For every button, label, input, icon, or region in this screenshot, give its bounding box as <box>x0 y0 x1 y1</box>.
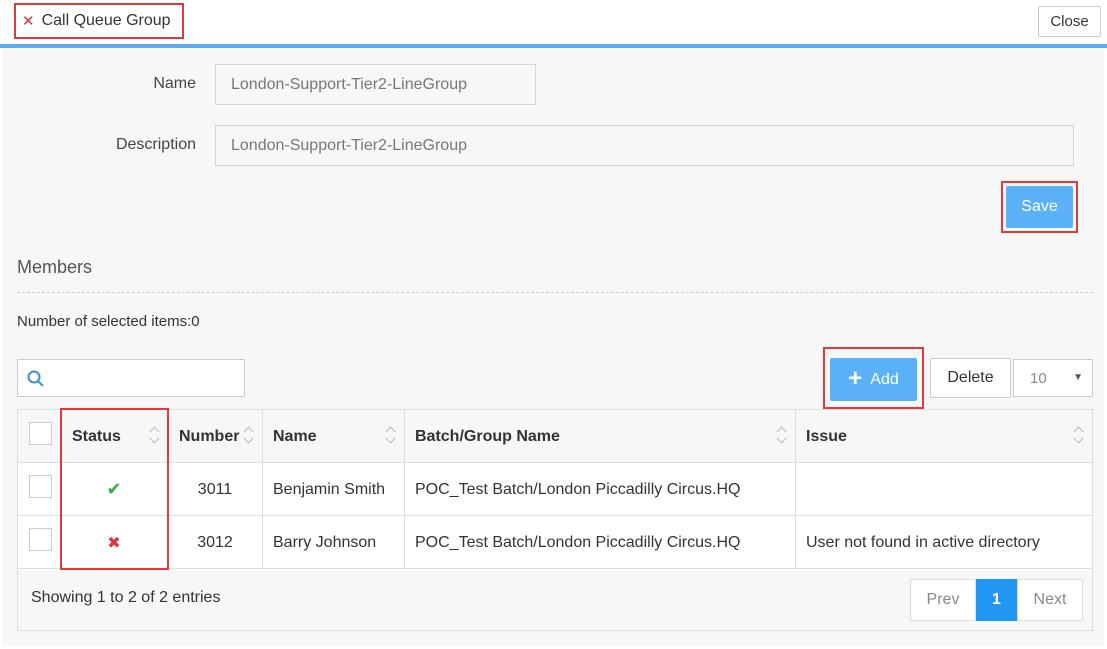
save-highlight-frame: Save <box>1001 181 1078 233</box>
number-cell: 3011 <box>197 480 233 498</box>
sort-icon[interactable] <box>243 426 253 446</box>
name-cell: Barry Johnson <box>273 533 377 551</box>
sort-icon[interactable] <box>1073 426 1083 446</box>
page-1-button[interactable]: 1 <box>976 579 1017 621</box>
table-header: Status Number Name Batch/Group Name Issu… <box>18 410 1092 463</box>
sort-icon[interactable] <box>385 426 395 446</box>
caret-down-icon: ▼ <box>1073 372 1083 383</box>
section-divider <box>17 292 1093 293</box>
issue-cell: User not found in active directory <box>806 533 1040 551</box>
search-input[interactable] <box>17 359 245 397</box>
entries-summary: Showing 1 to 2 of 2 entries <box>31 589 221 606</box>
plus-icon: + <box>848 364 863 392</box>
dialog-title-text: Call Queue Group <box>41 12 171 29</box>
table-footer: Showing 1 to 2 of 2 entries Prev 1 Next <box>18 570 1092 630</box>
page-size-select[interactable]: 10 ▼ <box>1013 359 1093 397</box>
add-highlight-frame: + Add <box>823 347 924 409</box>
sort-icon[interactable] <box>776 426 786 446</box>
selected-items-count: Number of selected items:0 <box>17 313 200 330</box>
close-x-icon[interactable]: ✕ <box>22 12 35 30</box>
dialog-title: ✕ Call Queue Group <box>14 3 184 39</box>
table-row[interactable]: ✖ 3012 Barry Johnson POC_Test Batch/Lond… <box>18 516 1092 569</box>
column-header-batch[interactable]: Batch/Group Name <box>415 410 560 463</box>
name-cell: Benjamin Smith <box>273 480 386 498</box>
next-page-button[interactable]: Next <box>1017 579 1083 621</box>
pagination: Prev 1 Next <box>910 579 1083 621</box>
page-size-value: 10 <box>1030 369 1047 387</box>
column-header-issue[interactable]: Issue <box>806 410 847 463</box>
close-button[interactable]: Close <box>1038 6 1101 37</box>
add-member-button[interactable]: + Add <box>830 358 917 401</box>
column-header-number[interactable]: Number <box>179 410 239 463</box>
name-field[interactable]: London-Support-Tier2-LineGroup <box>215 64 536 105</box>
table-row[interactable]: ✔ 3011 Benjamin Smith POC_Test Batch/Lon… <box>18 463 1092 516</box>
members-table: Status Number Name Batch/Group Name Issu… <box>17 409 1093 631</box>
row-checkbox[interactable] <box>29 528 52 551</box>
row-checkbox[interactable] <box>29 475 52 498</box>
batch-cell: POC_Test Batch/London Piccadilly Circus.… <box>415 480 741 498</box>
column-divider <box>262 410 263 569</box>
column-header-name[interactable]: Name <box>273 410 317 463</box>
batch-cell: POC_Test Batch/London Piccadilly Circus.… <box>415 533 741 551</box>
status-highlight-frame <box>60 408 169 570</box>
select-all-checkbox[interactable] <box>29 422 52 445</box>
dialog-header: ✕ Call Queue Group Close <box>0 0 1107 44</box>
name-label: Name <box>153 75 196 92</box>
delete-button[interactable]: Delete <box>930 358 1011 398</box>
search-icon <box>27 370 44 387</box>
prev-page-button[interactable]: Prev <box>910 579 976 621</box>
description-label: Description <box>115 136 196 153</box>
column-divider <box>404 410 405 569</box>
add-button-label: Add <box>870 370 899 388</box>
members-heading: Members <box>17 257 93 277</box>
column-divider <box>795 410 796 569</box>
save-button[interactable]: Save <box>1006 186 1073 228</box>
number-cell: 3012 <box>197 533 233 551</box>
description-field[interactable]: London-Support-Tier2-LineGroup <box>215 125 1074 166</box>
